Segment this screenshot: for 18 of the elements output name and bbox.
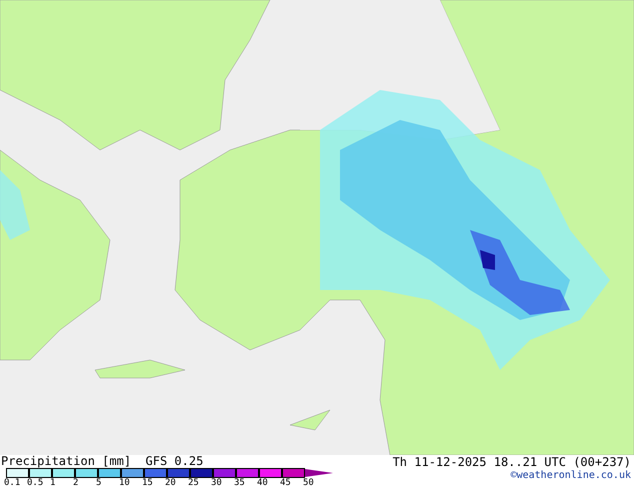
legend-label: 30 <box>211 478 222 489</box>
legend-label: 35 <box>234 478 245 489</box>
legend-label: 1 <box>50 478 56 489</box>
legend-title: Precipitation [mm] GFS 0.25 <box>1 455 204 468</box>
legend-label: 25 <box>188 478 199 489</box>
copyright-link[interactable]: ©weatheronline.co.uk <box>510 469 631 483</box>
valid-time: Th 11-12-2025 18..21 UTC (00+237) <box>392 455 631 469</box>
legend-label: 0.5 <box>27 478 44 489</box>
legend-label: 0.1 <box>4 478 20 489</box>
legend-label: 20 <box>165 478 176 489</box>
legend-label: 10 <box>119 478 130 489</box>
legend-label: 5 <box>96 478 102 489</box>
arrow-icon <box>305 469 333 477</box>
legend-label: 2 <box>73 478 78 489</box>
legend-label: 45 <box>280 478 291 489</box>
legend-label: 40 <box>257 478 268 489</box>
legend-label: 15 <box>142 478 153 489</box>
legend-label: 50 <box>303 478 314 489</box>
